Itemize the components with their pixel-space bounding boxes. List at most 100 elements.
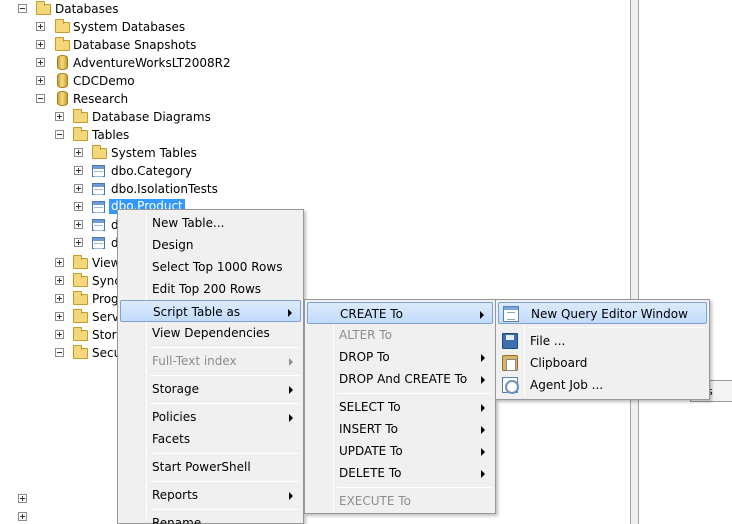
tree-node-tables[interactable]: Tables (0, 126, 200, 144)
expand-icon[interactable] (55, 330, 64, 339)
tree-node-synonyms[interactable]: Sync (0, 272, 121, 290)
tree-node-adventureworks[interactable]: AdventureWorksLT2008R2 (0, 54, 240, 72)
menu-item-drop-and-create-to[interactable]: DROP And CREATE To (307, 368, 493, 390)
menu-item-alter-to[interactable]: ALTER To (307, 324, 493, 346)
collapse-icon[interactable] (55, 348, 64, 357)
folder-icon (73, 327, 88, 341)
tree-node-databases[interactable]: Databases (0, 0, 200, 18)
tree-node-system-tables[interactable]: System Tables (0, 144, 220, 162)
folder-icon (55, 19, 70, 33)
submenu-arrow-icon (289, 414, 293, 422)
menu-item-label: Edit Top 200 Rows (152, 282, 262, 296)
clipboard-icon (502, 355, 518, 371)
expand-icon[interactable] (74, 202, 83, 211)
menu-item-label: UPDATE To (339, 444, 403, 458)
menu-item-select-to[interactable]: SELECT To (307, 396, 493, 418)
menu-item-create-to[interactable]: CREATE To (307, 302, 493, 324)
submenu-arrow-icon (481, 426, 485, 434)
tree-node-service-broker[interactable]: Servi (0, 308, 122, 326)
expand-icon[interactable] (55, 294, 64, 303)
expand-icon[interactable] (18, 494, 27, 503)
tree-node-cdcdemo[interactable]: CDCDemo (0, 72, 200, 90)
tree-node-collapsed[interactable] (0, 508, 30, 524)
menu-item-update-to[interactable]: UPDATE To (307, 440, 493, 462)
tree-node-table[interactable]: d (0, 234, 120, 252)
document-pane (639, 0, 732, 524)
tree-node-dbo-category[interactable]: dbo.Category (0, 162, 220, 180)
menu-item-new-table[interactable]: New Table... (120, 212, 301, 234)
table-icon (92, 237, 105, 249)
menu-item-design[interactable]: Design (120, 234, 301, 256)
tree-node-research[interactable]: Research (0, 90, 200, 108)
expand-icon[interactable] (74, 148, 83, 157)
expand-icon[interactable] (36, 76, 45, 85)
splitter-bar[interactable] (631, 0, 638, 524)
menu-item-label: DROP And CREATE To (339, 372, 468, 386)
menu-item-label: Facets (152, 432, 191, 446)
menu-item-edit-top[interactable]: Edit Top 200 Rows (120, 278, 301, 300)
menu-item-clipboard[interactable]: Clipboard (498, 352, 707, 374)
menu-item-label: DROP To (339, 350, 390, 364)
table-icon (92, 201, 105, 213)
menu-item-label: Clipboard (530, 356, 588, 370)
tree-node-database-snapshots[interactable]: Database Snapshots (0, 36, 200, 54)
submenu-arrow-icon (480, 311, 484, 319)
expand-icon[interactable] (55, 312, 64, 321)
menu-item-label: INSERT To (339, 422, 398, 436)
menu-item-view-dependencies[interactable]: View Dependencies (120, 322, 301, 344)
menu-item-reports[interactable]: Reports (120, 484, 301, 506)
menu-item-drop-to[interactable]: DROP To (307, 346, 493, 368)
tree-node-label: AdventureWorksLT2008R2 (73, 56, 231, 70)
tree-node-system-databases[interactable]: System Databases (0, 18, 200, 36)
menu-item-label: Select Top 1000 Rows (152, 260, 283, 274)
menu-item-label: EXECUTE To (339, 494, 411, 508)
menu-item-start-powershell[interactable]: Start PowerShell (120, 456, 301, 478)
tree-node-storage[interactable]: Stora (0, 326, 124, 344)
menu-item-script-table-as[interactable]: Script Table as (120, 300, 301, 322)
expand-icon[interactable] (18, 512, 27, 521)
menu-item-policies[interactable]: Policies (120, 406, 301, 428)
expand-icon[interactable] (36, 40, 45, 49)
expand-icon[interactable] (55, 258, 64, 267)
tree-node-table[interactable]: d (0, 216, 120, 234)
expand-icon[interactable] (74, 184, 83, 193)
menu-item-label: Reports (152, 488, 199, 502)
tree-node-collapsed[interactable] (0, 490, 30, 508)
menu-item-label: SELECT To (339, 400, 401, 414)
tree-node-label: Database Snapshots (73, 38, 197, 52)
save-file-icon (502, 333, 518, 349)
expand-icon[interactable] (36, 58, 45, 67)
menu-separator (337, 393, 491, 394)
menu-item-file[interactable]: File ... (498, 330, 707, 352)
menu-item-new-query-editor-window[interactable]: New Query Editor Window (498, 302, 707, 324)
menu-item-insert-to[interactable]: INSERT To (307, 418, 493, 440)
menu-item-select-top[interactable]: Select Top 1000 Rows (120, 256, 301, 278)
collapse-icon[interactable] (55, 130, 64, 139)
tree-node-views[interactable]: View (0, 254, 120, 272)
expand-icon[interactable] (74, 220, 83, 229)
expand-icon[interactable] (36, 22, 45, 31)
folder-icon (55, 37, 70, 51)
expand-icon[interactable] (55, 112, 64, 121)
tree-node-dbo-isolationtests[interactable]: dbo.IsolationTests (0, 180, 220, 198)
menu-item-label: Storage (152, 382, 199, 396)
menu-item-rename[interactable]: Rename (120, 512, 301, 524)
collapse-icon[interactable] (18, 4, 27, 13)
expand-icon[interactable] (74, 238, 83, 247)
query-window-icon (503, 306, 519, 322)
menu-item-storage[interactable]: Storage (120, 378, 301, 400)
menu-item-full-text-index[interactable]: Full-Text index (120, 350, 301, 372)
tree-node-programmability[interactable]: Prog (0, 290, 120, 308)
tree-node-security[interactable]: Secu (0, 344, 121, 362)
folder-icon (73, 291, 88, 305)
menu-item-execute-to[interactable]: EXECUTE To (307, 490, 493, 512)
collapse-icon[interactable] (36, 94, 45, 103)
expand-icon[interactable] (55, 276, 64, 285)
menu-item-delete-to[interactable]: DELETE To (307, 462, 493, 484)
tree-node-database-diagrams[interactable]: Database Diagrams (0, 108, 220, 126)
agent-job-icon (502, 377, 519, 394)
menu-item-facets[interactable]: Facets (120, 428, 301, 450)
folder-icon (73, 345, 88, 359)
menu-item-agent-job[interactable]: Agent Job ... (498, 374, 707, 396)
expand-icon[interactable] (74, 166, 83, 175)
